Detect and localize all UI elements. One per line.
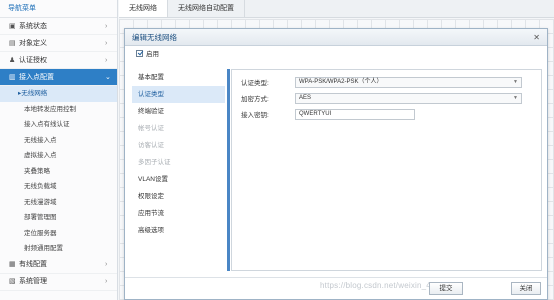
access-key-label: 接入密钥: [241, 112, 269, 119]
nav-group-system-management[interactable]: ▧ 系统管理 › [0, 274, 117, 291]
sidebar-item[interactable]: 无线漫游域 [0, 195, 117, 211]
nav-group-ap-config[interactable]: ▥ 接入点配置 ⌄ [0, 69, 117, 86]
settings-nav-permissions[interactable]: 权限设定 [132, 188, 225, 205]
nav-group-label: 对象定义 [19, 39, 47, 47]
dialog-title: 编辑无线网络 [132, 33, 177, 42]
nav-group-wired-config[interactable]: ▦ 有线配置 › [0, 257, 117, 274]
encryption-value: AES [299, 94, 312, 101]
sidebar-item[interactable]: 无线接入点 [0, 133, 117, 149]
chevron-right-icon: › [105, 261, 108, 268]
auth-type-value: WPA-PSK/WPA2-PSK（个人） [299, 78, 383, 85]
sidebar-item[interactable]: 夹叠策略 [0, 164, 117, 180]
dropdown-arrow-icon: ▼ [513, 78, 518, 85]
sidebar-item[interactable]: 部署管理图 [0, 210, 117, 226]
panel-divider [227, 69, 230, 271]
settings-nav-mfa: 多因子认证 [138, 159, 171, 166]
sidebar-item[interactable]: 无线负载域 [0, 179, 117, 195]
nav-menu-header: 导航菜单 [0, 0, 117, 18]
nav-group-label: 接入点配置 [19, 73, 54, 81]
settings-nav-app-throttle[interactable]: 应用节流 [132, 205, 225, 222]
chevron-down-icon: ⌄ [105, 73, 111, 81]
dropdown-arrow-icon: ▼ [513, 94, 518, 101]
sidebar-item-wireless-network[interactable]: ▸无线网络 [0, 86, 117, 102]
encryption-row: 加密方式: AES ▼ [241, 92, 522, 104]
sidebar-item[interactable]: 本地转发应用控制 [0, 102, 117, 118]
tab-wireless-auto-config[interactable]: 无线网络自动配置 [168, 0, 245, 17]
chevron-right-icon: › [105, 56, 108, 64]
system-management-icon: ▧ [9, 278, 16, 285]
nav-group-label: 认证授权 [19, 56, 47, 64]
auth-type-label: 认证类型: [241, 80, 269, 87]
settings-nav-terminal-verify[interactable]: 终端验证 [132, 103, 225, 120]
settings-nav: 基本配置 认证类型 终端验证 帐号认证 访客认证 多因子认证 VLAN设置 权限… [132, 69, 225, 271]
auth-type-row: 认证类型: WPA-PSK/WPA2-PSK（个人） ▼ [241, 76, 522, 88]
settings-nav-guest-auth: 访客认证 [138, 142, 164, 149]
tab-wireless-network[interactable]: 无线网络 [119, 0, 168, 17]
object-definition-icon: ▤ [9, 39, 16, 47]
sidebar: 导航菜单 ▣ 系统状态 › ▤ 对象定义 › ♟ 认证授权 › ▥ 接入点配置 … [0, 0, 118, 300]
dialog-footer: https://blog.csdn.net/weixin_45776850 提交… [125, 277, 547, 299]
ap-config-icon: ▥ [9, 73, 16, 81]
nav-group-label: 系统管理 [19, 278, 47, 285]
enable-checkbox[interactable] [136, 49, 143, 57]
nav-group-auth[interactable]: ♟ 认证授权 › [0, 52, 117, 69]
sidebar-item[interactable]: 定位服务器 [0, 226, 117, 242]
settings-nav-advanced[interactable]: 高级选项 [132, 222, 225, 239]
auth-type-select[interactable]: WPA-PSK/WPA2-PSK（个人） ▼ [295, 76, 522, 88]
settings-nav-account-auth: 帐号认证 [138, 125, 164, 132]
wired-config-icon: ▦ [9, 261, 16, 268]
chevron-right-icon: › [105, 22, 108, 30]
nav-group-label: 系统状态 [19, 22, 47, 30]
nav-group-object-definition[interactable]: ▤ 对象定义 › [0, 35, 117, 52]
close-icon[interactable]: ✕ [533, 29, 540, 46]
user-icon: ♟ [9, 56, 16, 64]
nav-group-system-status[interactable]: ▣ 系统状态 › [0, 18, 117, 35]
encryption-select[interactable]: AES ▼ [295, 92, 522, 104]
settings-nav-basic[interactable]: 基本配置 [132, 69, 225, 86]
sidebar-item[interactable]: 虚拟接入点 [0, 148, 117, 164]
encryption-label: 加密方式: [241, 96, 269, 103]
sidebar-item-label: 无线网络 [21, 90, 48, 97]
chevron-right-icon: › [105, 39, 108, 47]
nav-group-label: 有线配置 [19, 261, 47, 268]
close-button[interactable]: 关闭 [511, 282, 541, 295]
chevron-right-icon: › [105, 278, 108, 285]
submit-button[interactable]: 提交 [429, 282, 463, 295]
dialog-title-bar: 编辑无线网络 ✕ [125, 29, 547, 46]
tab-bar: 无线网络 无线网络自动配置 [119, 0, 554, 18]
sidebar-item[interactable]: 射频通用配置 [0, 241, 117, 257]
enable-row: 启用 [125, 46, 547, 60]
settings-nav-auth-type[interactable]: 认证类型 [132, 86, 225, 103]
access-key-input[interactable]: QWERTYUI [295, 108, 415, 120]
auth-settings-panel: 认证类型: WPA-PSK/WPA2-PSK（个人） ▼ 加密方式: AES ▼… [231, 69, 542, 271]
edit-wireless-dialog: 编辑无线网络 ✕ 启用 基本配置 认证类型 终端验证 帐号认证 访客认证 多因子… [124, 28, 548, 300]
enable-label: 启用 [146, 51, 159, 58]
settings-nav-vlan[interactable]: VLAN设置 [132, 171, 225, 188]
sidebar-item[interactable]: 接入点有线认证 [0, 117, 117, 133]
system-status-icon: ▣ [9, 22, 16, 30]
key-row: 接入密钥: QWERTYUI [241, 108, 415, 120]
